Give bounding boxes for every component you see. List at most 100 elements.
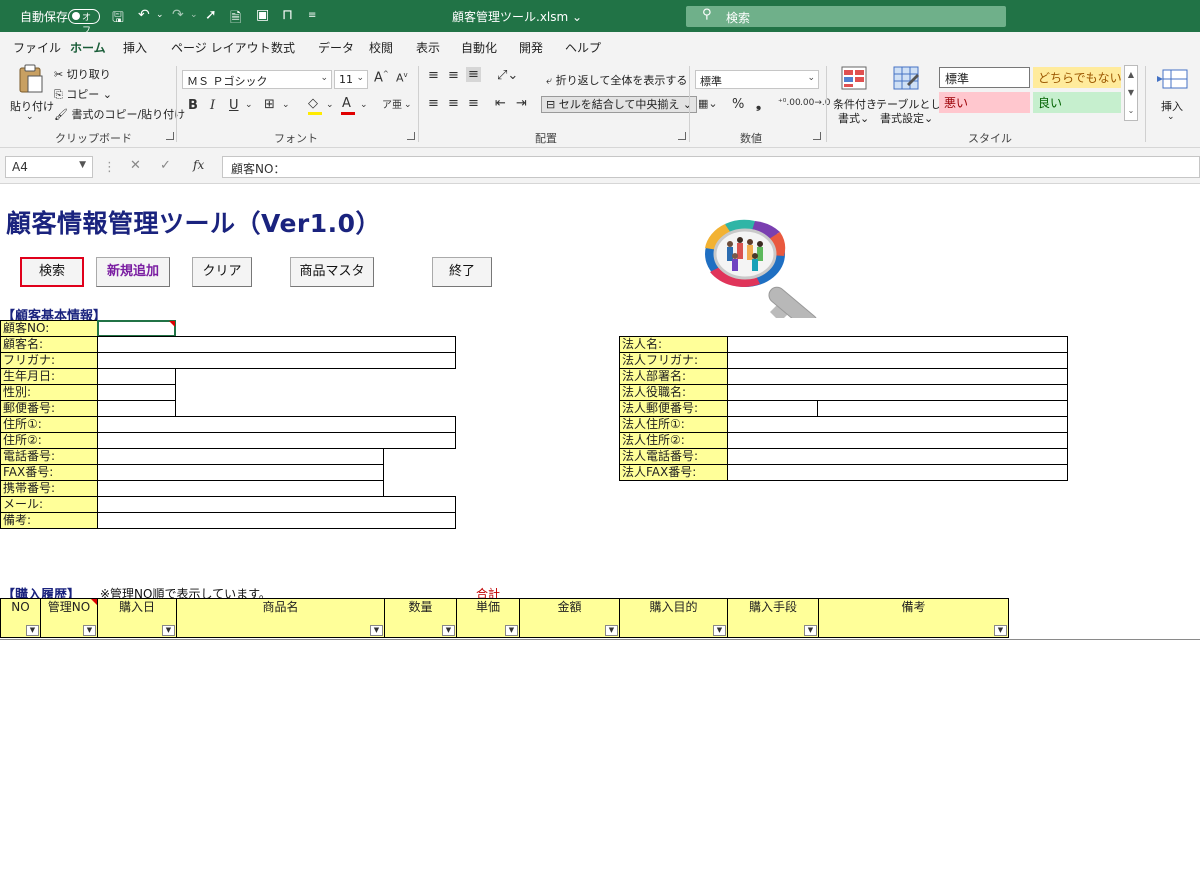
- conditional-formatting-button[interactable]: 条件付き 書式⌄: [832, 64, 877, 126]
- format-as-table-button[interactable]: テーブルとして 書式設定⌄: [876, 64, 952, 126]
- menu-review[interactable]: 校閲: [369, 39, 393, 56]
- customer-field-input[interactable]: [97, 448, 384, 465]
- document-icon[interactable]: 🗎: [230, 7, 241, 31]
- customer-field-input[interactable]: [97, 384, 176, 401]
- comma-icon[interactable]: ❟: [756, 97, 761, 112]
- phonetic-dropdown-icon[interactable]: ⌄: [404, 100, 412, 110]
- clear-button[interactable]: クリア: [192, 257, 252, 287]
- insert-function-icon[interactable]: fx: [193, 158, 204, 172]
- italic-icon[interactable]: I: [210, 98, 215, 113]
- align-bottom-icon[interactable]: ≡: [466, 67, 481, 82]
- corporate-field-input[interactable]: [727, 416, 1068, 433]
- redo-dropdown-icon[interactable]: ⌄: [190, 10, 198, 20]
- font-color-icon[interactable]: A: [341, 96, 355, 115]
- style-neutral[interactable]: どちらでもない: [1033, 67, 1122, 88]
- merge-center-button[interactable]: ⊟ セルを結合して中央揃え ⌄: [541, 96, 698, 113]
- menu-file[interactable]: ファイル: [13, 39, 61, 56]
- filter-dropdown-icon[interactable]: ▼: [162, 625, 175, 636]
- cut-button[interactable]: ✂ 切り取り: [54, 66, 111, 82]
- filter-dropdown-icon[interactable]: ▼: [370, 625, 383, 636]
- increase-indent-icon[interactable]: ⇥: [516, 96, 527, 111]
- product-master-button[interactable]: 商品マスタ: [290, 257, 374, 287]
- filter-dropdown-icon[interactable]: ▼: [605, 625, 618, 636]
- save-icon[interactable]: 🖫: [112, 7, 124, 31]
- bold-icon[interactable]: B: [188, 98, 198, 113]
- menu-data[interactable]: データ: [318, 39, 354, 56]
- corporate-field-input[interactable]: [727, 464, 1068, 481]
- formula-input[interactable]: 顧客NO：: [222, 156, 1200, 178]
- menu-formulas[interactable]: 数式: [271, 39, 295, 56]
- customize-qat-icon[interactable]: ≡: [308, 10, 316, 21]
- undo-icon[interactable]: ↶: [138, 7, 150, 23]
- underline-icon[interactable]: U: [229, 98, 239, 113]
- filter-dropdown-icon[interactable]: ▼: [83, 625, 96, 636]
- corporate-field-input[interactable]: [727, 400, 818, 417]
- customer-field-input[interactable]: [97, 336, 456, 353]
- exit-button[interactable]: 終了: [432, 257, 492, 287]
- align-middle-icon[interactable]: ≡: [448, 68, 459, 83]
- autosave-toggle[interactable]: オフ: [68, 9, 100, 36]
- filter-dropdown-icon[interactable]: ▼: [505, 625, 518, 636]
- align-right-icon[interactable]: ≡: [468, 96, 479, 111]
- underline-dropdown-icon[interactable]: ⌄: [245, 100, 253, 110]
- fill-color-icon[interactable]: ◇: [308, 96, 322, 115]
- undo-dropdown-icon[interactable]: ⌄: [156, 10, 164, 20]
- corporate-field-input[interactable]: [727, 432, 1068, 449]
- formula-bar-menu-icon[interactable]: ⋮: [103, 160, 116, 175]
- menu-automate[interactable]: 自動化: [461, 39, 497, 56]
- currency-icon[interactable]: ▦⌄: [698, 97, 718, 110]
- name-box[interactable]: A4 ▼: [5, 156, 93, 178]
- font-size-dropdown[interactable]: 11 ⌄: [334, 70, 368, 89]
- font-color-dropdown-icon[interactable]: ⌄: [360, 100, 368, 110]
- borders-icon[interactable]: ⊞: [264, 97, 275, 112]
- corporate-field-input[interactable]: [817, 400, 1068, 417]
- menu-page-layout[interactable]: ページ レイアウト: [171, 39, 271, 56]
- increase-decimal-icon[interactable]: ⁺⁰.00: [778, 98, 801, 108]
- menu-view[interactable]: 表示: [416, 39, 440, 56]
- filter-dropdown-icon[interactable]: ▼: [804, 625, 817, 636]
- phonetic-icon[interactable]: ア亜: [382, 96, 402, 111]
- customer-field-input[interactable]: [97, 432, 456, 449]
- corporate-field-input[interactable]: [727, 448, 1068, 465]
- customer-field-input[interactable]: [97, 464, 384, 481]
- search-button[interactable]: 検索: [20, 257, 84, 287]
- alignment-launcher-icon[interactable]: [678, 132, 686, 140]
- menu-insert[interactable]: 挿入: [123, 39, 147, 56]
- style-normal[interactable]: 標準: [939, 67, 1030, 88]
- menu-home[interactable]: ホーム: [70, 39, 106, 62]
- percent-icon[interactable]: %: [732, 97, 744, 112]
- customer-field-input[interactable]: [97, 512, 456, 529]
- redo-icon[interactable]: ↷: [172, 7, 184, 23]
- styles-gallery-scroll[interactable]: ▲ ▼ ⌄: [1124, 65, 1138, 121]
- window-title[interactable]: 顧客管理ツール.xlsm ⌄: [452, 8, 582, 25]
- borders-dropdown-icon[interactable]: ⌄: [282, 100, 290, 110]
- text-box-icon[interactable]: ▣: [256, 7, 269, 23]
- filter-dropdown-icon[interactable]: ▼: [994, 625, 1007, 636]
- cancel-icon[interactable]: ✕: [130, 158, 141, 173]
- align-center-icon[interactable]: ≡: [448, 96, 459, 111]
- customer-field-input[interactable]: [97, 320, 176, 337]
- wrap-text-button[interactable]: ⤶ 折り返して全体を表示する: [546, 72, 687, 88]
- insert-cells-button[interactable]: 挿入 ⌄: [1153, 64, 1193, 124]
- lock-icon[interactable]: ⊓: [282, 7, 293, 23]
- customer-field-input[interactable]: [97, 416, 456, 433]
- corporate-field-input[interactable]: [727, 368, 1068, 385]
- search-box[interactable]: ⚲ 検索: [686, 6, 1006, 27]
- customer-field-input[interactable]: [97, 368, 176, 385]
- decrease-indent-icon[interactable]: ⇤: [495, 96, 506, 111]
- number-format-dropdown[interactable]: 標準 ⌄: [695, 70, 819, 89]
- align-top-icon[interactable]: ≡: [428, 68, 439, 83]
- corporate-field-input[interactable]: [727, 384, 1068, 401]
- style-good[interactable]: 良い: [1033, 92, 1121, 113]
- pointer-icon[interactable]: ➚: [205, 7, 217, 23]
- filter-dropdown-icon[interactable]: ▼: [26, 625, 39, 636]
- corporate-field-input[interactable]: [727, 336, 1068, 353]
- filter-dropdown-icon[interactable]: ▼: [442, 625, 455, 636]
- menu-developer[interactable]: 開発: [519, 39, 543, 56]
- number-launcher-icon[interactable]: [813, 132, 821, 140]
- decrease-font-icon[interactable]: Av: [396, 71, 408, 85]
- customer-field-input[interactable]: [97, 496, 456, 513]
- add-new-button[interactable]: 新規追加: [96, 257, 170, 287]
- corporate-field-input[interactable]: [727, 352, 1068, 369]
- paste-button[interactable]: 貼り付け ⌄: [10, 64, 54, 124]
